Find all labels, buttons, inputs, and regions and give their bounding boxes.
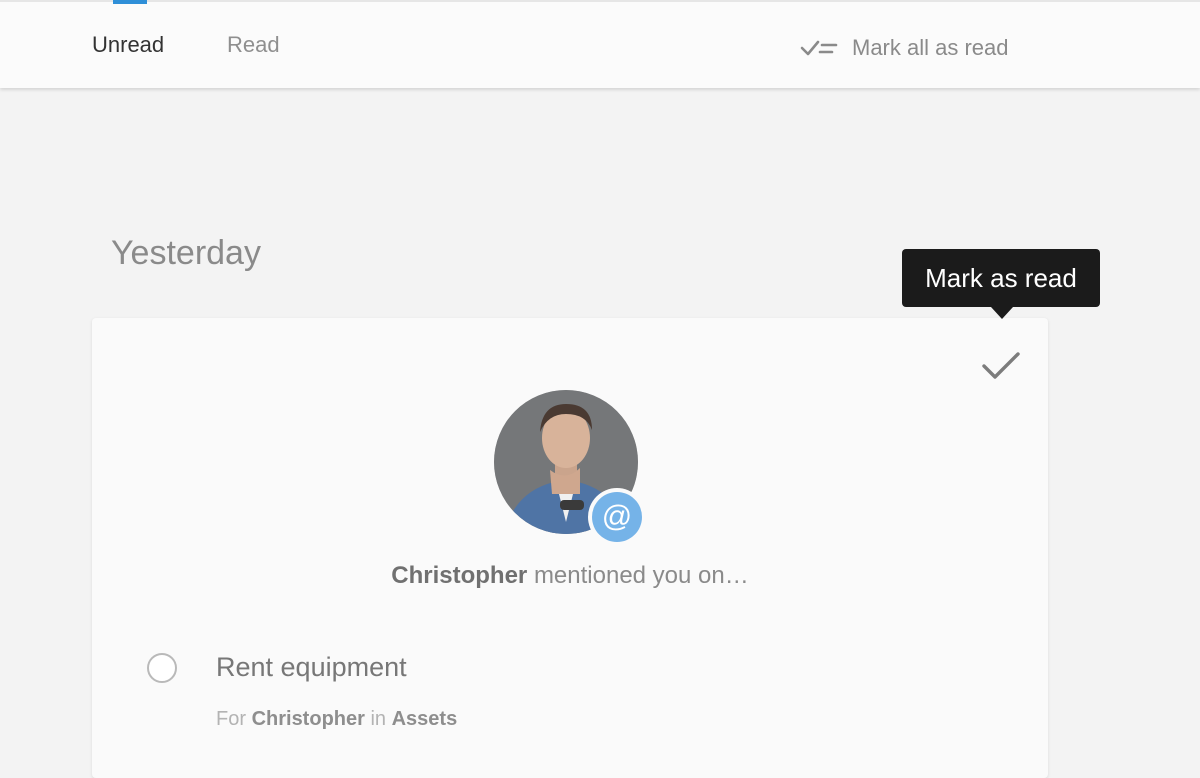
- mark-as-read-tooltip: Mark as read: [902, 249, 1100, 307]
- task-complete-checkbox[interactable]: [147, 653, 177, 683]
- section-title-yesterday: Yesterday: [111, 234, 261, 272]
- at-icon: @: [592, 492, 642, 542]
- check-icon[interactable]: [980, 348, 1022, 384]
- notification-card: @ Christopher mentioned you on… Rent equ…: [92, 318, 1048, 778]
- notifications-header: Unread Read Mark all as read: [0, 0, 1200, 88]
- mention-author: Christopher: [391, 562, 528, 589]
- task-assignee[interactable]: Christopher: [252, 708, 365, 730]
- task-for-prefix: For: [216, 708, 246, 730]
- tooltip-arrow: [991, 307, 1013, 319]
- mark-all-as-read-label: Mark all as read: [852, 35, 1009, 60]
- task-in-prefix: in: [370, 708, 387, 730]
- task-meta: For Christopher in Assets: [216, 708, 457, 731]
- mention-text: mentioned you on…: [533, 562, 749, 589]
- mention-message: Christopher mentioned you on…: [92, 562, 1048, 590]
- tab-unread[interactable]: Unread: [92, 32, 164, 58]
- mark-all-as-read-button[interactable]: Mark all as read: [800, 33, 1009, 63]
- active-tab-indicator: [113, 0, 147, 4]
- tab-read[interactable]: Read: [227, 32, 280, 58]
- double-check-list-icon: [800, 40, 838, 56]
- task-title[interactable]: Rent equipment: [216, 652, 407, 683]
- task-project[interactable]: Assets: [392, 708, 458, 730]
